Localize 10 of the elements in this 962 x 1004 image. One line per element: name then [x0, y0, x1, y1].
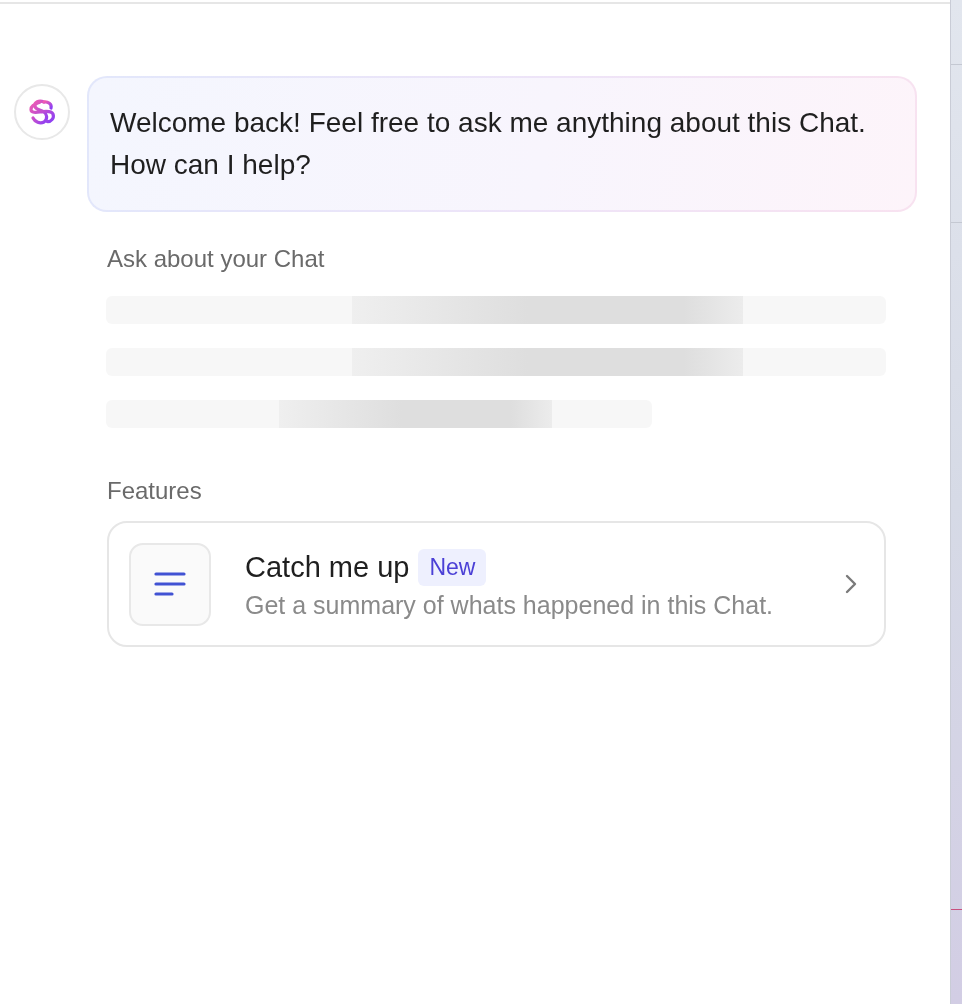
new-badge: New — [418, 548, 487, 586]
section-heading: Ask about your Chat — [106, 244, 326, 274]
feature-title: Catch me up — [245, 550, 410, 585]
logo-icon — [14, 84, 70, 140]
greeting-message: Welcome back! Feel free to ask me anything about this Chat. How can I help? — [110, 106, 867, 182]
text-lines-icon — [129, 542, 211, 626]
feature-description: Get a summary of whats happened in this Chat. — [245, 590, 775, 620]
section-heading: Features — [106, 476, 203, 506]
feature-card[interactable]: Catch me up New Get a summary of whats happened in this Chat. — [107, 521, 886, 647]
chevron-right-icon — [844, 574, 858, 594]
